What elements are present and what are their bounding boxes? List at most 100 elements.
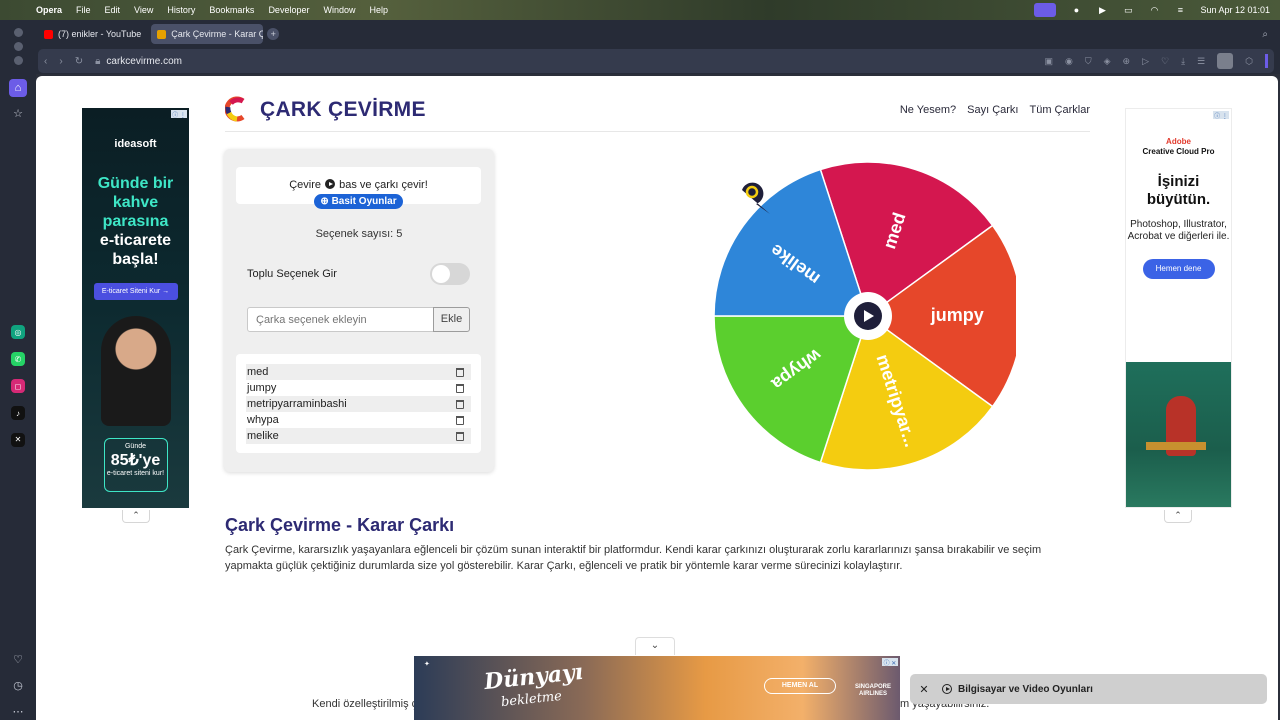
trash-icon[interactable] — [456, 367, 464, 377]
add-option-button[interactable]: Ekle — [433, 307, 470, 332]
ad-price: 85₺'ye — [110, 452, 161, 469]
play-circle-icon — [942, 684, 952, 694]
ad-headline-1: Günde bir kahve parasına — [97, 175, 174, 230]
shield-icon[interactable]: ⛉ — [1085, 56, 1092, 67]
control-center-icon[interactable]: ≡ — [1174, 5, 1186, 15]
option-label[interactable]: whypa — [247, 414, 279, 426]
back-icon[interactable]: ‹ — [44, 56, 47, 67]
forward-icon[interactable]: › — [59, 56, 62, 67]
menu-window[interactable]: Window — [323, 5, 355, 15]
option-label[interactable]: med — [247, 366, 268, 378]
sidebar-indicator — [1265, 54, 1268, 68]
ad-singapore-airlines[interactable]: ✦ ⓘ ✕ Dünyayı bekletme HEMEN AL SINGAPOR… — [414, 656, 900, 720]
close-icon[interactable]: ✕ — [910, 683, 938, 696]
tab-cark-cevirme[interactable]: Çark Çevirme - Karar Ça — [151, 24, 264, 44]
collapse-bottom-ad-button[interactable]: ⌄ — [635, 637, 675, 655]
youtube-icon — [44, 29, 53, 39]
site-title[interactable]: ÇARK ÇEVİRME — [260, 98, 426, 122]
trash-icon[interactable] — [456, 415, 464, 425]
ad-ideasoft[interactable]: ⓘ ⋮ ideasoft Günde bir kahve parasına e-… — [82, 108, 189, 508]
menu-view[interactable]: View — [134, 5, 153, 15]
option-input[interactable] — [247, 307, 434, 332]
menu-file[interactable]: File — [76, 5, 91, 15]
trash-icon[interactable] — [456, 431, 464, 441]
ad-cta-button[interactable]: E-ticaret Siteni Kur → — [93, 283, 178, 300]
player-icon[interactable]: ▷ — [1142, 56, 1149, 67]
play-status-icon[interactable]: ▶ — [1096, 5, 1108, 15]
ad-headline: Günde bir kahve parasına e-ticarete başl… — [82, 174, 189, 269]
heart-icon[interactable]: ♡ — [9, 650, 27, 668]
ad-cta-button[interactable]: Hemen dene — [1142, 259, 1215, 279]
record-icon[interactable]: ● — [1070, 5, 1082, 15]
nav-tum-carklar[interactable]: Tüm Çarklar — [1029, 104, 1090, 116]
more-icon[interactable]: ⋯ — [9, 702, 27, 720]
nav-ne-yesem[interactable]: Ne Yesem? — [900, 104, 956, 116]
chatgpt-icon[interactable]: ◎ — [11, 325, 25, 340]
translate-icon[interactable]: ⊕ — [1123, 56, 1131, 67]
prompt-text-before: Çevire — [289, 179, 325, 191]
tab-youtube[interactable]: (7) enikler - YouTube — [38, 24, 147, 44]
vpn-icon[interactable]: ◈ — [1104, 56, 1111, 67]
trash-icon[interactable] — [456, 399, 464, 409]
extensions-icon[interactable]: ⬡ — [1245, 56, 1253, 67]
option-label[interactable]: jumpy — [247, 382, 276, 394]
ad-cta-button[interactable]: HEMEN AL — [764, 678, 836, 694]
tab-search-icon[interactable]: ⌕ — [1262, 29, 1268, 40]
collapse-ad-left-button[interactable]: ⌃ — [122, 510, 150, 523]
url-text[interactable]: carkcevirme.com — [106, 56, 182, 67]
easy-setup-icon[interactable]: ☰ — [1197, 56, 1205, 67]
nav-sayi-carki[interactable]: Sayı Çarkı — [967, 104, 1018, 116]
minimize-window-button[interactable] — [13, 42, 23, 51]
adchoices-icon[interactable]: ⓘ ⋮ — [1213, 111, 1229, 120]
toast-text[interactable]: Bilgisayar ve Video Oyunları — [958, 684, 1093, 695]
opera-status-icon[interactable] — [1034, 3, 1057, 17]
option-label[interactable]: melike — [247, 430, 279, 442]
basit-oyunlar-button[interactable]: ⊕ Basit Oyunlar — [314, 194, 403, 209]
avatar[interactable] — [1217, 53, 1234, 69]
bookmark-heart-icon[interactable]: ♡ — [1161, 56, 1169, 67]
ad-adobe[interactable]: ⓘ ⋮ Adobe Creative Cloud Pro İşinizi büy… — [1125, 108, 1232, 508]
home-icon[interactable]: ⌂ — [9, 79, 27, 97]
article-partial-left: Kendi özelleştirilmiş ç — [312, 698, 418, 710]
menu-developer[interactable]: Developer — [268, 5, 309, 15]
snapshot-icon[interactable]: ▣ — [1044, 56, 1053, 67]
bulk-entry-toggle[interactable] — [430, 263, 470, 285]
camera-icon[interactable]: ◉ — [1065, 56, 1073, 67]
adchoices-icon[interactable]: ⓘ ✕ — [882, 658, 898, 667]
adchoices-icon[interactable]: ⓘ ⋮ — [171, 110, 187, 119]
menu-history[interactable]: History — [167, 5, 195, 15]
menu-help[interactable]: Help — [369, 5, 388, 15]
address-field[interactable]: ‹ › ↻ 🔒︎ carkcevirme.com ▣ ◉ ⛉ ◈ ⊕ ▷ ♡ ⤓… — [38, 49, 1274, 73]
new-tab-button[interactable]: + — [267, 28, 280, 40]
option-label[interactable]: metripyarraminbashi — [247, 398, 347, 410]
lock-icon[interactable]: 🔒︎ — [95, 56, 100, 67]
ad-photo — [1126, 362, 1231, 507]
address-bar: ‹ › ↻ 🔒︎ carkcevirme.com ▣ ◉ ⛉ ◈ ⊕ ▷ ♡ ⤓… — [36, 48, 1280, 74]
site-logo-icon[interactable] — [225, 95, 247, 125]
spin-wheel[interactable]: medjumpymetripyar...whypamelike — [656, 148, 1023, 488]
trash-icon[interactable] — [456, 383, 464, 393]
wifi-icon[interactable]: ◠ — [1148, 5, 1160, 15]
x-icon[interactable]: ✕ — [11, 432, 25, 447]
history-icon[interactable]: ◷ — [9, 676, 27, 694]
star-icon[interactable]: ☆ — [9, 105, 27, 123]
menu-opera[interactable]: Opera — [36, 5, 62, 15]
list-item: melike — [246, 428, 471, 444]
zoom-window-button[interactable] — [13, 56, 23, 65]
ad-brand: ideasoft — [114, 138, 157, 150]
collapse-ad-right-button[interactable]: ⌃ — [1164, 510, 1192, 523]
reload-icon[interactable]: ↻ — [75, 56, 83, 67]
menu-bookmarks[interactable]: Bookmarks — [209, 5, 254, 15]
wheel-segment-label: jumpy — [930, 305, 984, 325]
menubar-clock[interactable]: Sun Apr 12 01:01 — [1200, 5, 1270, 15]
ad-price-top: Günde — [124, 443, 147, 450]
tiktok-icon[interactable]: ♪ — [11, 406, 25, 420]
download-icon[interactable]: ⤓ — [1181, 56, 1185, 67]
battery-icon[interactable]: ▭ — [1122, 5, 1134, 15]
close-window-button[interactable] — [13, 28, 23, 37]
menu-edit[interactable]: Edit — [105, 5, 121, 15]
whatsapp-icon[interactable]: ✆ — [11, 352, 25, 367]
window-controls — [13, 28, 23, 65]
instagram-icon[interactable]: ◻ — [11, 379, 25, 394]
games-toast[interactable]: ✕ Bilgisayar ve Video Oyunları — [910, 674, 1267, 704]
